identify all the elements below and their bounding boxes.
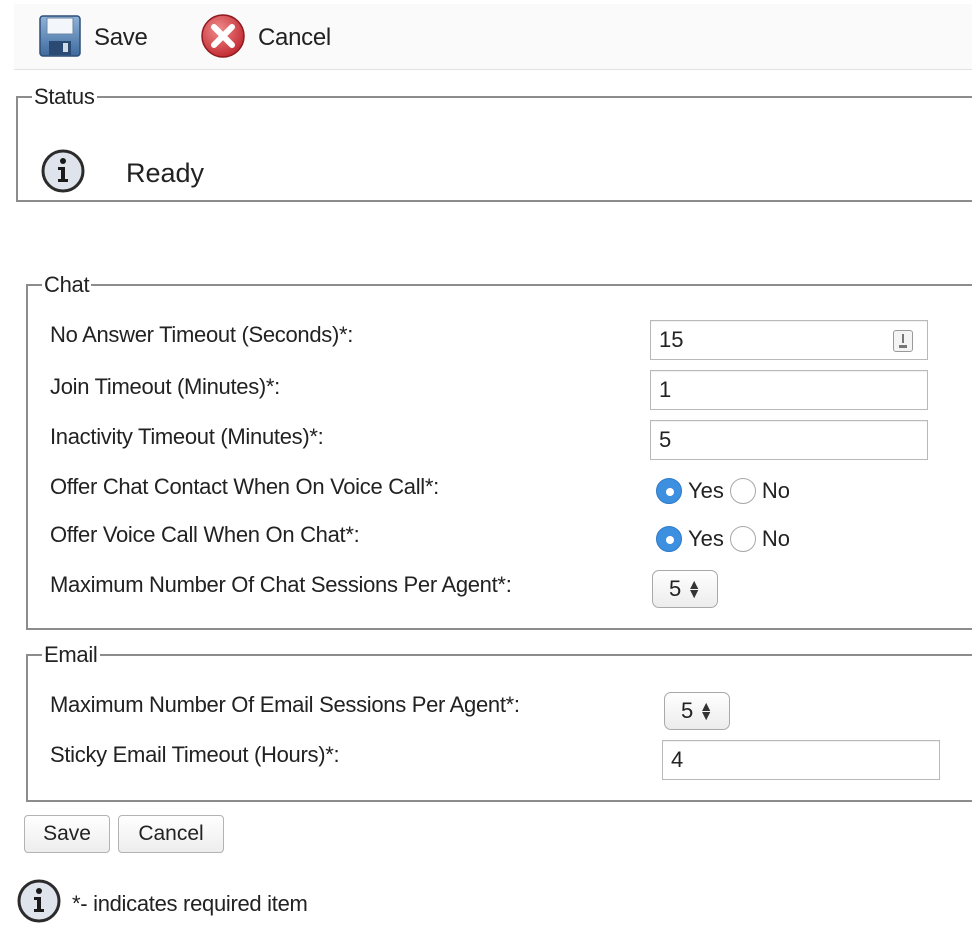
sticky-email-timeout-value: 4 — [671, 747, 684, 772]
toolbar: Save Cancel — [14, 4, 972, 70]
max-chat-sessions-value: 5 — [669, 576, 682, 601]
required-note: *- indicates required item — [16, 878, 308, 929]
inactivity-timeout-label: Inactivity Timeout (Minutes)*: — [50, 424, 324, 449]
offer-chat-yes-label: Yes — [688, 478, 724, 503]
offer-voice-yes-radio[interactable] — [656, 526, 682, 552]
info-icon — [16, 878, 62, 929]
toolbar-cancel-label: Cancel — [258, 24, 331, 51]
offer-chat-contact-label: Offer Chat Contact When On Voice Call*: — [50, 474, 439, 499]
required-note-text: *- indicates required item — [72, 890, 308, 916]
join-timeout-value: 1 — [659, 377, 672, 402]
spinner-icon[interactable] — [893, 330, 913, 352]
status-message: Ready — [40, 148, 204, 199]
max-email-sessions-value: 5 — [681, 698, 694, 723]
max-chat-sessions-label: Maximum Number Of Chat Sessions Per Agen… — [50, 572, 512, 597]
toolbar-cancel-button[interactable]: Cancel — [200, 13, 331, 60]
select-arrows-icon: ▲ ▼ — [699, 698, 714, 723]
email-legend: Email — [44, 642, 98, 667]
cancel-x-icon — [200, 13, 246, 64]
offer-chat-yes-radio[interactable] — [656, 478, 682, 504]
select-arrows-icon: ▲ ▼ — [687, 576, 702, 601]
toolbar-save-button[interactable]: Save — [38, 14, 148, 63]
no-answer-timeout-label: No Answer Timeout (Seconds)*: — [50, 322, 354, 347]
toolbar-save-label: Save — [94, 24, 148, 51]
inactivity-timeout-input[interactable]: 5 — [650, 420, 928, 460]
max-chat-sessions-select[interactable]: 5 ▲ ▼ — [652, 570, 718, 608]
offer-chat-no-label: No — [761, 478, 791, 503]
offer-chat-contact-radio-group: Yes No — [656, 478, 796, 504]
cancel-button[interactable]: Cancel — [118, 815, 224, 853]
floppy-disk-icon — [38, 14, 82, 63]
sticky-email-timeout-label: Sticky Email Timeout (Hours)*: — [50, 742, 340, 767]
offer-voice-yes-label: Yes — [688, 526, 724, 551]
max-email-sessions-select[interactable]: 5 ▲ ▼ — [664, 692, 730, 730]
status-text: Ready — [126, 158, 205, 188]
offer-voice-no-label: No — [761, 526, 791, 551]
offer-voice-call-radio-group: Yes No — [656, 526, 796, 552]
offer-chat-no-radio[interactable] — [729, 478, 756, 504]
join-timeout-input[interactable]: 1 — [650, 370, 928, 410]
info-icon — [40, 148, 86, 199]
chat-legend: Chat — [44, 272, 90, 297]
inactivity-timeout-value: 5 — [659, 427, 672, 452]
offer-voice-call-label: Offer Voice Call When On Chat*: — [50, 522, 360, 547]
join-timeout-label: Join Timeout (Minutes)*: — [50, 374, 280, 399]
no-answer-timeout-input[interactable]: 15 — [650, 320, 928, 360]
status-panel: Status Ready — [16, 84, 972, 202]
max-email-sessions-label: Maximum Number Of Email Sessions Per Age… — [50, 692, 520, 717]
sticky-email-timeout-input[interactable]: 4 — [662, 740, 940, 780]
offer-voice-no-radio[interactable] — [729, 526, 756, 552]
save-button[interactable]: Save — [24, 815, 110, 853]
status-legend: Status — [34, 84, 95, 109]
no-answer-timeout-value: 15 — [659, 327, 684, 352]
